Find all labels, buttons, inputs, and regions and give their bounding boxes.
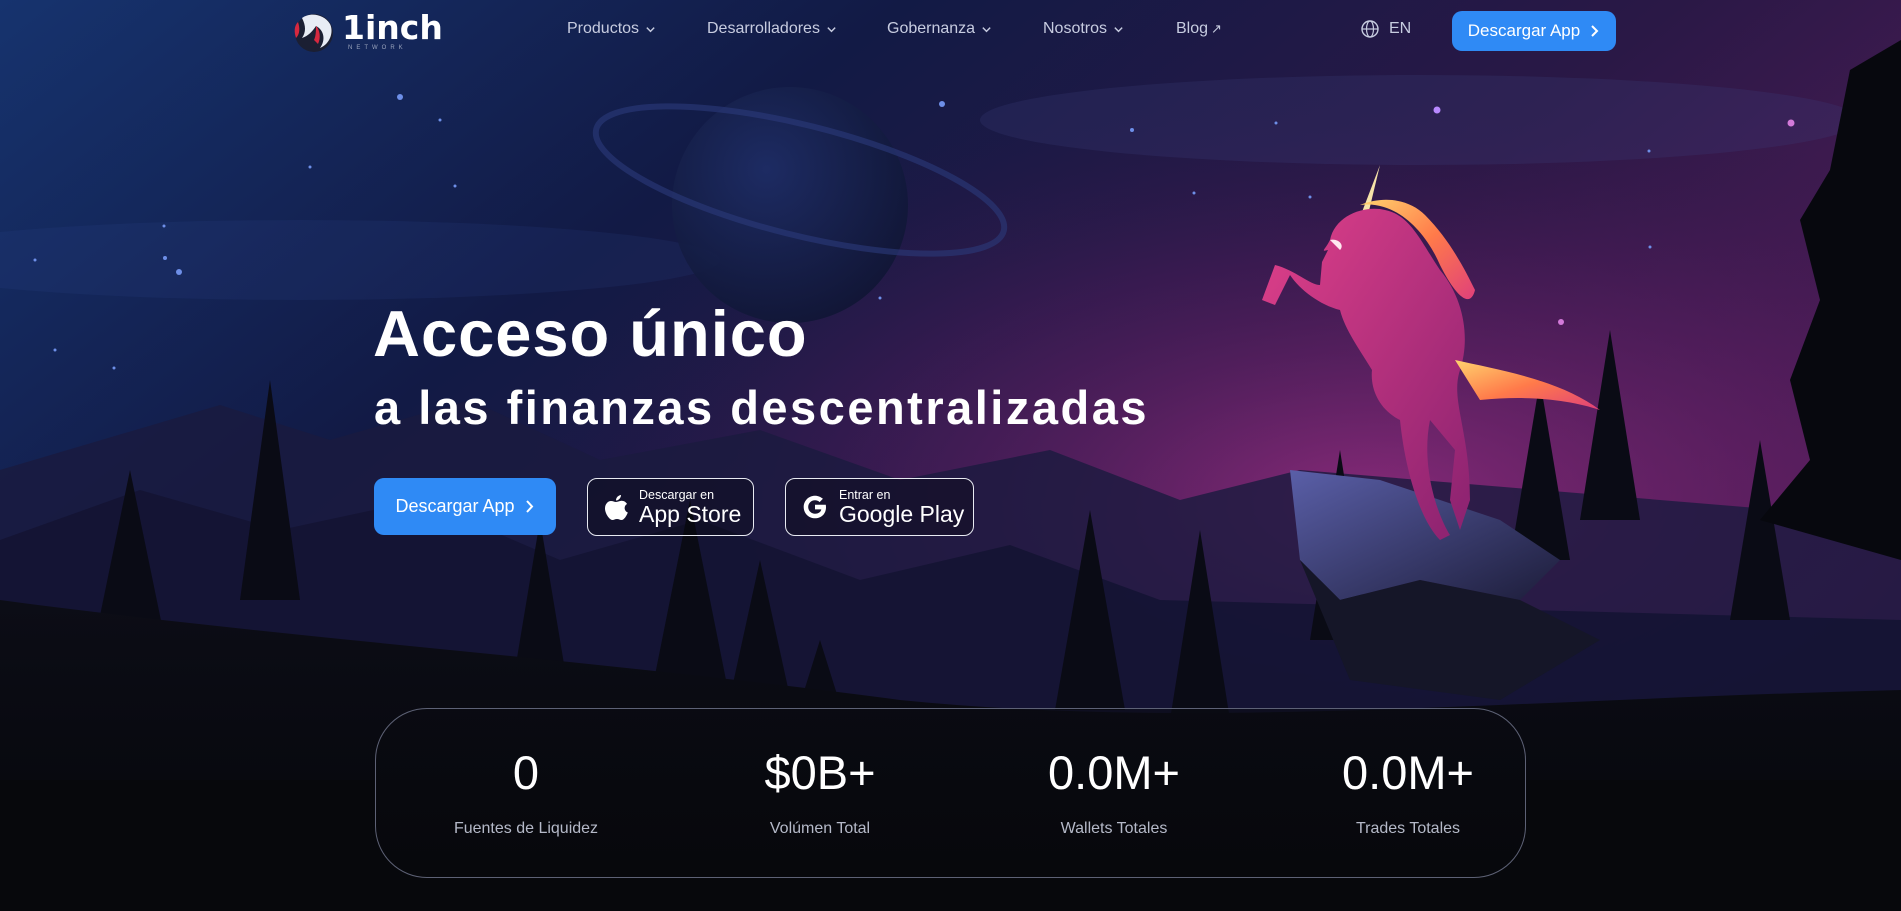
nav-download-app-button[interactable]: Descargar App (1452, 11, 1616, 51)
unicorn-logo-icon (294, 14, 333, 52)
app-store-small-label: Descargar en (639, 487, 715, 502)
language-selector[interactable]: EN (1360, 19, 1411, 39)
stat-value: $0B+ (764, 746, 876, 799)
stat-label: Wallets Totales (1060, 820, 1168, 837)
chevron-down-icon (982, 26, 991, 32)
hero-subtitle: a las finanzas descentralizadas (374, 381, 1149, 434)
apple-icon (605, 495, 628, 520)
stat-total-trades: 0.0M+ Trades Totales (1278, 747, 1538, 838)
chevron-down-icon (646, 26, 655, 32)
stat-value: 0 (512, 746, 540, 799)
hero-title: Acceso único (373, 297, 808, 370)
google-play-small-label: Entrar en (839, 487, 891, 502)
language-label: EN (1389, 20, 1412, 37)
top-navigation: 1inch NETWORK Productos Desarrolladores … (0, 0, 1901, 62)
google-g-icon (803, 495, 826, 519)
external-arrow-icon: ↗ (1211, 21, 1222, 36)
nav-item-gobernanza[interactable]: Gobernanza (887, 20, 992, 38)
stat-total-volume: $0B+ Volúmen Total (690, 747, 950, 838)
google-play-big-label: Google Play (839, 500, 965, 527)
chevron-right-icon (525, 500, 533, 513)
stat-total-wallets: 0.0M+ Wallets Totales (984, 747, 1244, 838)
brand-logo[interactable]: 1inch NETWORK (290, 8, 443, 54)
nav-item-productos[interactable]: Productos (567, 20, 656, 38)
button-label: Descargar App (395, 496, 515, 516)
stat-label: Volúmen Total (769, 820, 871, 837)
nav-item-blog[interactable]: Blog ↗ (1176, 20, 1222, 38)
stats-panel: 0 Fuentes de Liquidez $0B+ Volúmen Total… (375, 708, 1526, 878)
nav-item-nosotros[interactable]: Nosotros (1043, 20, 1124, 38)
app-store-big-label: App Store (639, 500, 742, 527)
button-label: Descargar App (1467, 21, 1581, 40)
globe-icon (1361, 20, 1379, 38)
google-play-button[interactable]: Entrar en Google Play (785, 478, 974, 536)
nav-item-label: Gobernanza (887, 20, 976, 37)
stat-value: 0.0M+ (1048, 746, 1180, 799)
stat-label: Trades Totales (1355, 820, 1461, 837)
chevron-down-icon (1114, 26, 1123, 32)
logo-wordmark: 1inch (342, 8, 443, 47)
stat-value: 0.0M+ (1342, 746, 1474, 799)
nav-item-label: Productos (567, 20, 640, 37)
nav-item-label: Blog (1176, 20, 1209, 37)
logo-subtext: NETWORK (348, 45, 407, 51)
nav-item-desarrolladores[interactable]: Desarrolladores (707, 20, 837, 38)
nav-item-label: Nosotros (1043, 20, 1108, 37)
chevron-down-icon (827, 26, 836, 32)
stat-liquidity-sources: 0 Fuentes de Liquidez (396, 747, 656, 838)
nav-item-label: Desarrolladores (707, 20, 820, 37)
hero-download-app-button[interactable]: Descargar App (374, 478, 556, 535)
app-store-button[interactable]: Descargar en App Store (587, 478, 754, 536)
chevron-right-icon (1591, 25, 1599, 37)
stat-label: Fuentes de Liquidez (453, 820, 599, 837)
